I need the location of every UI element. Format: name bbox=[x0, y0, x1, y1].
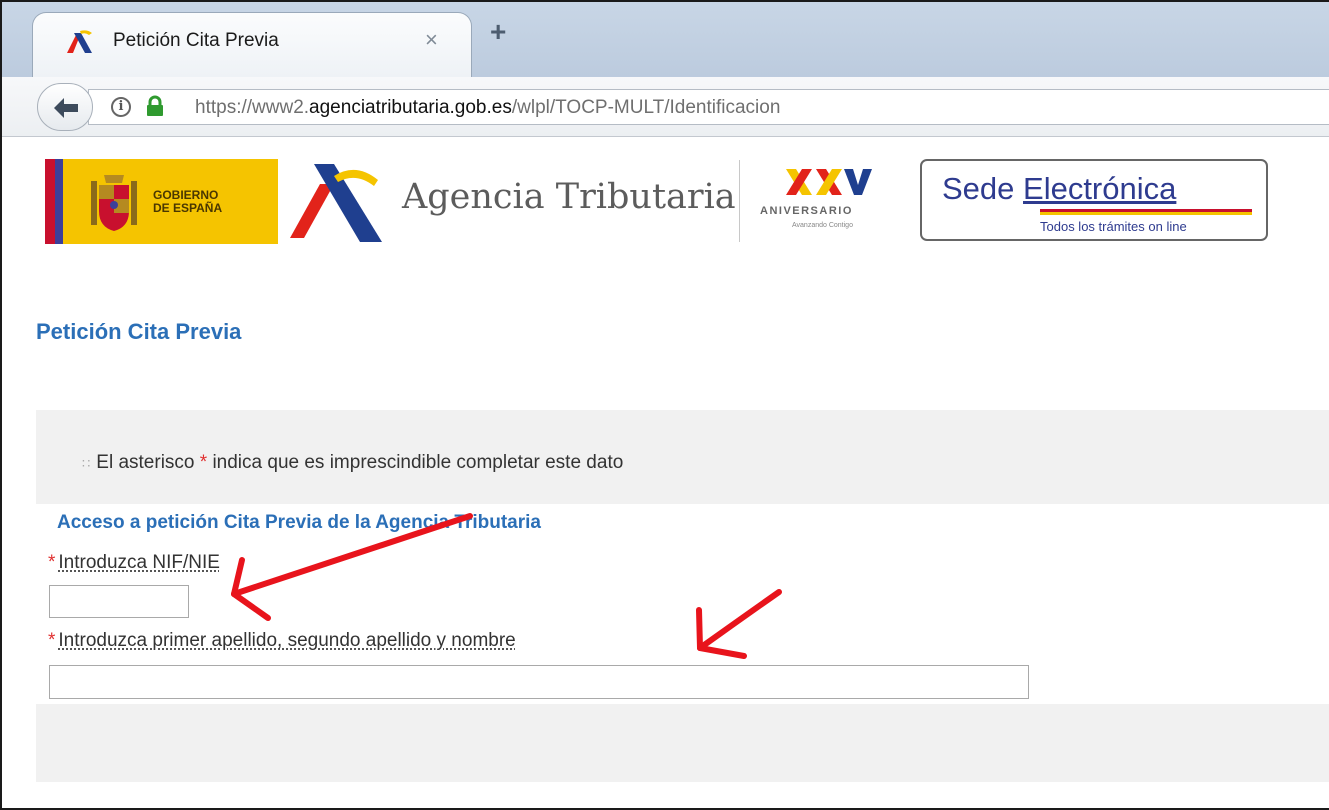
info-icon[interactable]: i bbox=[111, 97, 131, 117]
gobierno-text: GOBIERNO DE ESPAÑA bbox=[153, 188, 223, 215]
nif-label: * Introduzca NIF/NIE bbox=[48, 552, 220, 574]
tab-strip: Petición Cita Previa × + bbox=[2, 2, 1329, 78]
url-text[interactable]: https://www2.agenciatributaria.gob.es/wl… bbox=[195, 97, 780, 119]
sede-word-2: Electrónica bbox=[1023, 171, 1177, 206]
required-note: ∷ El asterisco * indica que es imprescind… bbox=[82, 452, 623, 474]
name-input[interactable] bbox=[49, 665, 1029, 699]
url-path: /wlpl/TOCP-MULT/Identificacion bbox=[511, 97, 781, 118]
favicon-icon bbox=[67, 30, 92, 53]
agency-name: Agencia Tributaria bbox=[402, 177, 736, 217]
flag-stripe-red bbox=[45, 159, 55, 244]
plus-icon[interactable]: + bbox=[490, 16, 506, 48]
browser-window: Petición Cita Previa × + i https://www2.… bbox=[0, 0, 1329, 810]
nif-input[interactable] bbox=[49, 585, 189, 618]
close-icon[interactable]: × bbox=[425, 27, 438, 53]
sede-stripe-yellow bbox=[1040, 212, 1252, 215]
name-label: * Introduzca primer apellido, segundo ape… bbox=[48, 630, 516, 652]
name-label-text: Introduzca primer apellido, segundo apel… bbox=[58, 630, 516, 651]
tab-title: Petición Cita Previa bbox=[113, 30, 279, 51]
browser-tab[interactable]: Petición Cita Previa × bbox=[32, 12, 472, 78]
form-panel: ∷ El asterisco * indica que es imprescind… bbox=[36, 410, 1329, 782]
bullet-icon: ∷ bbox=[82, 456, 91, 471]
agencia-tributaria-logo-icon[interactable] bbox=[290, 162, 382, 244]
lock-icon bbox=[147, 95, 163, 116]
coat-of-arms-icon bbox=[91, 175, 137, 231]
sede-electronica-link[interactable]: Sede Electrónica Todos los trámites on l… bbox=[920, 159, 1268, 241]
sede-title: Sede Electrónica bbox=[942, 171, 1176, 207]
gobierno-espana-logo[interactable]: GOBIERNO DE ESPAÑA bbox=[45, 159, 278, 244]
navigation-bar: i https://www2.agenciatributaria.gob.es/… bbox=[2, 77, 1329, 137]
required-star: * bbox=[48, 552, 56, 573]
required-star: * bbox=[48, 630, 56, 651]
header-divider bbox=[739, 160, 740, 242]
url-prefix: https://www2. bbox=[195, 97, 310, 118]
url-domain: agenciatributaria.gob.es bbox=[309, 97, 512, 118]
note-suffix: indica que es imprescindible completar e… bbox=[207, 452, 624, 473]
sede-subtitle: Todos los trámites on line bbox=[1040, 219, 1187, 234]
back-button[interactable] bbox=[37, 83, 93, 131]
sede-word-1: Sede bbox=[942, 171, 1024, 206]
nif-label-text: Introduzca NIF/NIE bbox=[58, 552, 220, 573]
flag-stripe-blue bbox=[55, 159, 63, 244]
url-bar[interactable]: i https://www2.agenciatributaria.gob.es/… bbox=[88, 89, 1329, 125]
anniversary-word: ANIVERSARIO bbox=[760, 205, 853, 217]
note-prefix: El asterisco bbox=[96, 452, 200, 473]
back-arrow-icon bbox=[54, 98, 78, 118]
anniversary-xxv-mark bbox=[786, 169, 872, 195]
page-title: Petición Cita Previa bbox=[36, 319, 242, 344]
section-title: Acceso a petición Cita Previa de la Agen… bbox=[57, 512, 541, 533]
anniversary-tagline: Avanzando Contigo bbox=[792, 222, 853, 229]
